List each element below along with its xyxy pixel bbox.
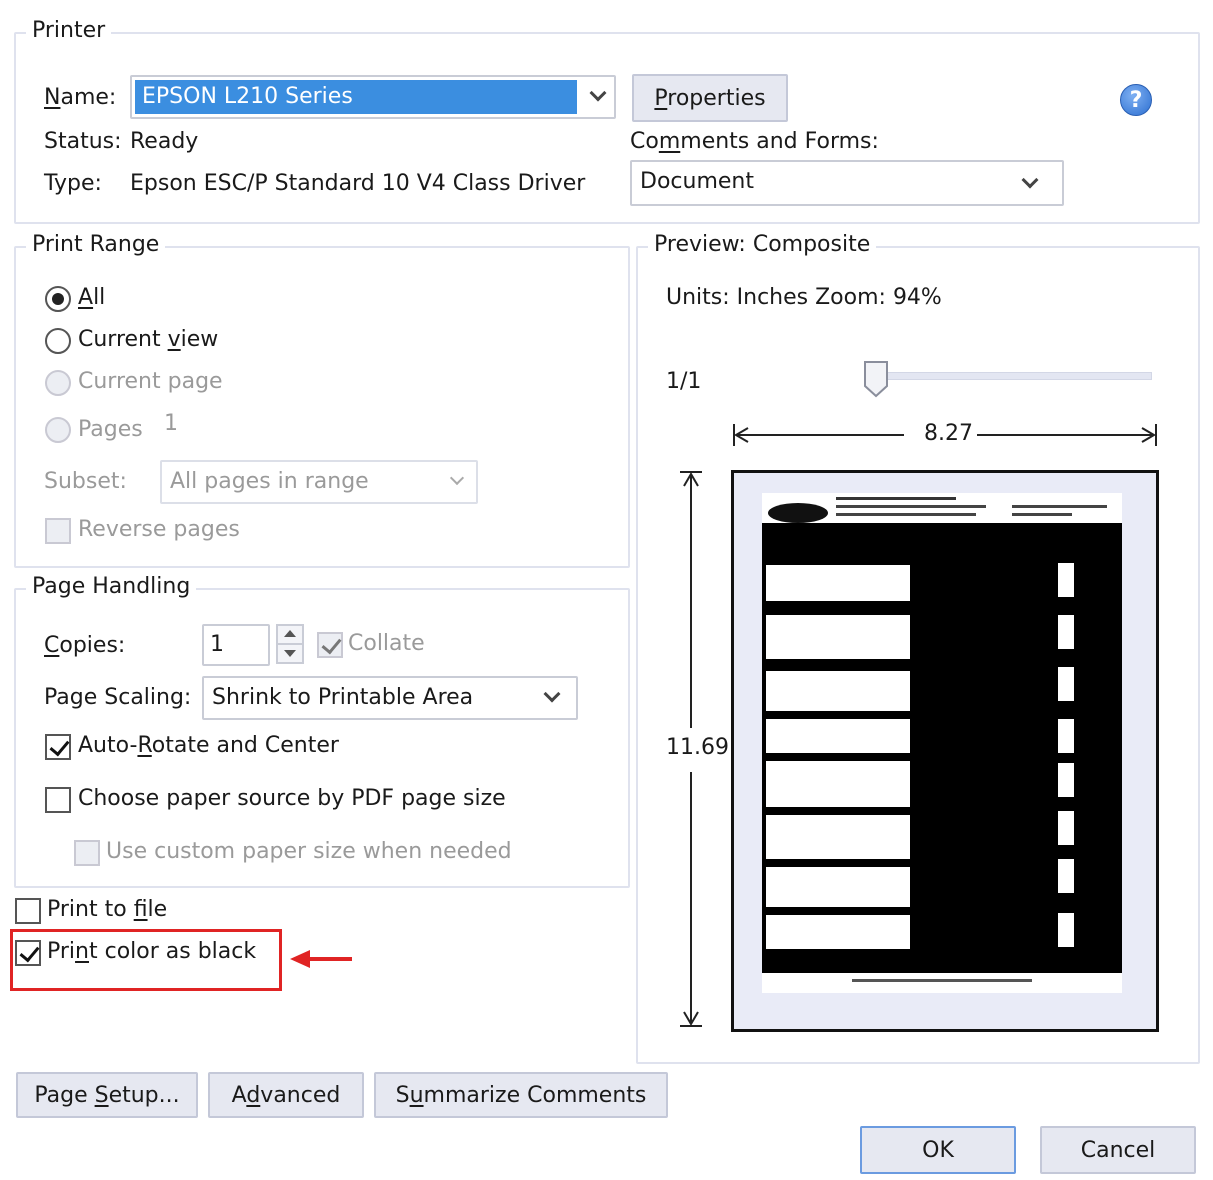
subset-label: Subset: <box>44 469 127 494</box>
page-setup-label: Page Setup... <box>34 1082 180 1108</box>
print-color-black-checkbox[interactable] <box>15 940 41 966</box>
page-handling-label: Page Handling <box>26 574 197 600</box>
printer-name-label: Name: <box>44 85 117 110</box>
help-icon[interactable]: ? <box>1120 84 1152 116</box>
width-label: 8.27 <box>920 420 977 448</box>
printer-name-value: EPSON L210 Series <box>142 84 353 109</box>
paper-source-checkbox[interactable] <box>45 787 71 813</box>
subset-select: All pages in range <box>160 460 478 504</box>
units-zoom-text: Units: Inches Zoom: 94% <box>666 285 942 310</box>
properties-button-label: Properties <box>654 85 766 111</box>
page-setup-button[interactable]: Page Setup... <box>16 1072 198 1118</box>
print-to-file-label[interactable]: Print to file <box>47 896 167 924</box>
range-current-page-radio <box>45 370 71 396</box>
preview-label: Preview: Composite <box>648 232 877 258</box>
page-preview-content <box>762 493 1122 993</box>
range-all-radio[interactable] <box>45 286 71 312</box>
page-slider-track[interactable] <box>874 372 1152 380</box>
range-pages-label: Pages <box>78 417 143 442</box>
print-to-file-checkbox[interactable] <box>15 898 41 924</box>
page-slider-thumb[interactable] <box>862 360 890 398</box>
comments-forms-value: Document <box>640 169 754 194</box>
print-range-label: Print Range <box>26 232 166 258</box>
chevron-down-icon <box>589 84 607 102</box>
status-label: Status: <box>44 129 122 154</box>
advanced-button[interactable]: Advanced <box>208 1072 364 1118</box>
page-preview <box>731 470 1159 1032</box>
printer-name-select[interactable]: EPSON L210 Series <box>130 75 616 119</box>
copies-value: 1 <box>210 632 224 657</box>
collate-label: Collate <box>348 631 425 656</box>
reverse-pages-label: Reverse pages <box>78 517 240 542</box>
ok-button[interactable]: OK <box>860 1126 1016 1174</box>
cancel-label: Cancel <box>1080 1137 1156 1163</box>
chevron-down-icon <box>449 470 465 486</box>
page-scaling-label: Page Scaling: <box>44 685 192 710</box>
copies-label: Copies: <box>44 633 126 658</box>
page-counter: 1/1 <box>666 369 702 394</box>
subset-value: All pages in range <box>170 469 369 494</box>
properties-button[interactable]: Properties <box>632 74 788 122</box>
height-label: 11.69 <box>666 734 729 762</box>
print-color-black-label[interactable]: Print color as black <box>47 938 256 966</box>
range-pages-radio <box>45 417 71 443</box>
range-current-page-label: Current page <box>78 369 223 394</box>
stepper-up-icon[interactable] <box>284 630 296 637</box>
range-pages-value: 1 <box>164 411 178 436</box>
custom-paper-checkbox <box>74 840 100 866</box>
paper-source-label[interactable]: Choose paper source by PDF page size <box>78 785 506 813</box>
stepper-down-icon[interactable] <box>284 650 296 657</box>
status-value: Ready <box>130 129 199 154</box>
range-current-view-label[interactable]: Current view <box>78 326 218 354</box>
auto-rotate-label[interactable]: Auto-Rotate and Center <box>78 732 339 760</box>
type-value: Epson ESC/P Standard 10 V4 Class Driver <box>130 171 586 196</box>
range-all-label[interactable]: All <box>78 284 105 312</box>
range-current-view-radio[interactable] <box>45 328 71 354</box>
chevron-down-icon <box>1021 171 1039 189</box>
summarize-comments-label: Summarize Comments <box>395 1082 647 1108</box>
collate-checkbox <box>317 632 343 658</box>
copies-stepper[interactable] <box>276 624 304 664</box>
ok-label: OK <box>922 1137 954 1163</box>
chevron-down-icon <box>543 685 561 703</box>
reverse-pages-checkbox <box>45 518 71 544</box>
page-scaling-select[interactable]: Shrink to Printable Area <box>202 676 578 720</box>
copies-input[interactable]: 1 <box>202 624 270 666</box>
comments-forms-label: Comments and Forms: <box>630 129 879 154</box>
summarize-comments-button[interactable]: Summarize Comments <box>374 1072 668 1118</box>
annotation-arrow-icon <box>290 950 352 968</box>
comments-forms-select[interactable]: Document <box>630 160 1064 206</box>
cancel-button[interactable]: Cancel <box>1040 1126 1196 1174</box>
advanced-label: Advanced <box>231 1082 341 1108</box>
printer-group-label: Printer <box>26 18 112 44</box>
custom-paper-label: Use custom paper size when needed <box>106 839 512 864</box>
page-scaling-value: Shrink to Printable Area <box>212 685 474 710</box>
auto-rotate-checkbox[interactable] <box>45 734 71 760</box>
type-label: Type: <box>44 171 102 196</box>
